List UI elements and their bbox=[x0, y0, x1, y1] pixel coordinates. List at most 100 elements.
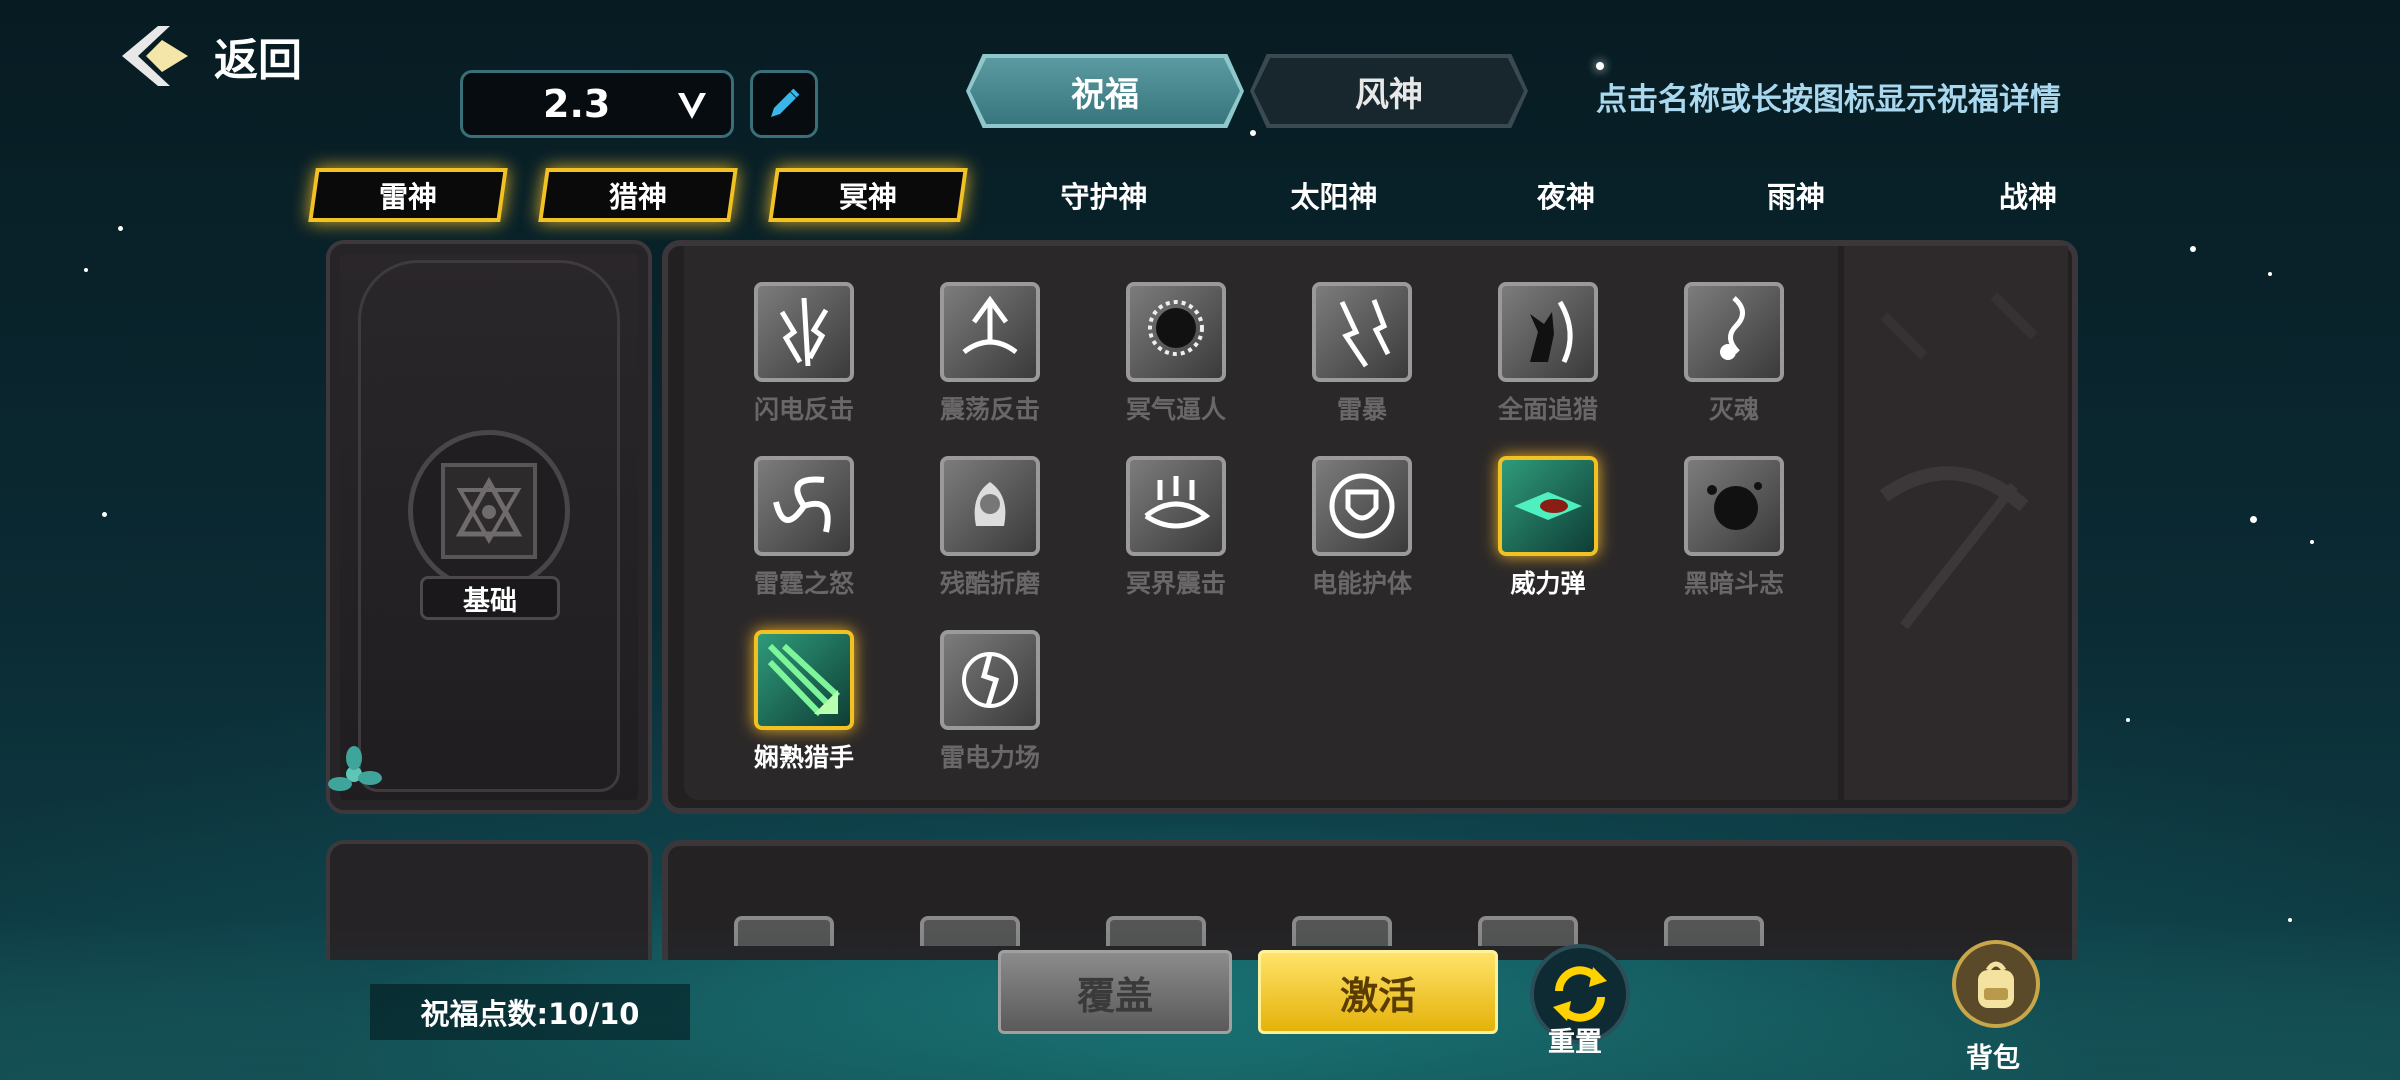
skill-name[interactable]: 雷暴 bbox=[1292, 390, 1432, 426]
skill-name[interactable]: 黑暗斗志 bbox=[1664, 564, 1804, 600]
bag-label: 背包 bbox=[1966, 1043, 2020, 1074]
skill-name[interactable]: 残酷折磨 bbox=[920, 564, 1060, 600]
category-label: 基础 bbox=[420, 576, 560, 620]
skill-item[interactable]: 雷暴 bbox=[1292, 282, 1432, 426]
god-tab-label: 守护神 bbox=[1060, 180, 1148, 214]
skill-item[interactable]: 雷霆之怒 bbox=[734, 456, 874, 600]
star-decoration bbox=[2126, 718, 2130, 722]
tab-blessing[interactable]: 祝福 bbox=[970, 58, 1240, 124]
power-bullet-icon bbox=[1498, 456, 1598, 556]
back-arrow-icon bbox=[122, 26, 188, 86]
skill-name[interactable]: 全面追猎 bbox=[1478, 390, 1618, 426]
god-tab-sun[interactable]: 太阳神 bbox=[1238, 168, 1430, 222]
god-tab-night[interactable]: 夜神 bbox=[1470, 168, 1662, 222]
skill-name[interactable]: 威力弹 bbox=[1478, 564, 1618, 600]
god-tab-label: 冥神 bbox=[838, 180, 897, 214]
dark-will-icon bbox=[1684, 456, 1784, 556]
shock-counter-icon bbox=[940, 282, 1040, 382]
blessing-grid: 闪电反击 震荡反击 冥气逼人 雷暴 全面追猎 灭魂 雷霆之怒 残酷折磨 冥界震击… bbox=[684, 246, 1838, 800]
lightning-counter-icon bbox=[754, 282, 854, 382]
god-tab-label: 太阳神 bbox=[1290, 180, 1378, 214]
skill-name[interactable]: 雷霆之怒 bbox=[734, 564, 874, 600]
god-tab-hunt[interactable]: 猎神 bbox=[538, 168, 738, 222]
version-value: 2.3 bbox=[543, 82, 611, 126]
skill-name[interactable]: 电能护体 bbox=[1292, 564, 1432, 600]
god-tab-label: 雷神 bbox=[378, 180, 437, 214]
pencil-icon bbox=[771, 88, 800, 117]
star-decoration bbox=[102, 512, 107, 517]
bag-button[interactable] bbox=[1952, 940, 2040, 1028]
god-tab-thunder[interactable]: 雷神 bbox=[308, 168, 508, 222]
dark-sun-icon bbox=[1126, 282, 1226, 382]
god-tab-rain[interactable]: 雨神 bbox=[1700, 168, 1892, 222]
star-decoration bbox=[1250, 130, 1256, 136]
flower-icon bbox=[328, 746, 382, 791]
blessing-grid-panel: 闪电反击 震荡反击 冥气逼人 雷暴 全面追猎 灭魂 雷霆之怒 残酷折磨 冥界震击… bbox=[662, 240, 2078, 814]
god-tab-label: 夜神 bbox=[1536, 180, 1595, 214]
skill-item[interactable]: 残酷折磨 bbox=[920, 456, 1060, 600]
skill-name[interactable]: 震荡反击 bbox=[920, 390, 1060, 426]
god-tab-label: 战神 bbox=[1998, 180, 2057, 214]
skill-name[interactable]: 灭魂 bbox=[1664, 390, 1804, 426]
skill-item[interactable]: 娴熟猎手 bbox=[734, 630, 874, 774]
blessing-points: 祝福点数:10/10 bbox=[370, 984, 690, 1040]
skilled-hunter-icon bbox=[754, 630, 854, 730]
skill-item[interactable]: 闪电反击 bbox=[734, 282, 874, 426]
star-decoration bbox=[2268, 272, 2272, 276]
skill-name[interactable]: 闪电反击 bbox=[734, 390, 874, 426]
skill-name[interactable]: 冥界震击 bbox=[1106, 564, 1246, 600]
skill-item[interactable]: 全面追猎 bbox=[1478, 282, 1618, 426]
skill-item[interactable]: 震荡反击 bbox=[920, 282, 1060, 426]
edit-button[interactable] bbox=[750, 70, 818, 138]
back-label: 返回 bbox=[214, 35, 302, 86]
grid-side-decoration bbox=[1844, 246, 2068, 800]
skill-item[interactable]: 冥界震击 bbox=[1106, 456, 1246, 600]
god-tab-underworld[interactable]: 冥神 bbox=[768, 168, 968, 222]
skill-name[interactable]: 雷电力场 bbox=[920, 738, 1060, 774]
god-tab-guardian[interactable]: 守护神 bbox=[1008, 168, 1200, 222]
skill-item[interactable]: 灭魂 bbox=[1664, 282, 1804, 426]
activate-button[interactable]: 激活 bbox=[1258, 950, 1498, 1034]
triangle-eye-icon bbox=[455, 476, 523, 544]
shield-icon bbox=[1312, 456, 1412, 556]
star-decoration bbox=[84, 268, 88, 272]
skill-item[interactable]: 黑暗斗志 bbox=[1664, 456, 1804, 600]
thunder-wrath-icon bbox=[754, 456, 854, 556]
tab-blessing-label: 祝福 bbox=[1071, 74, 1139, 115]
thunder-field-icon bbox=[940, 630, 1040, 730]
thunderstorm-icon bbox=[1312, 282, 1412, 382]
underworld-shock-icon bbox=[1126, 456, 1226, 556]
star-decoration bbox=[1596, 62, 1604, 70]
tab-wind-god-label: 风神 bbox=[1355, 74, 1423, 115]
back-button[interactable]: 返回 bbox=[118, 20, 358, 92]
category-emblem bbox=[408, 430, 570, 592]
chevron-down-icon bbox=[678, 93, 706, 119]
god-tab-war[interactable]: 战神 bbox=[1932, 168, 2124, 222]
reset-label: 重置 bbox=[1548, 1027, 1602, 1058]
bow-arrow-icon bbox=[1879, 292, 2038, 630]
skill-item[interactable]: 电能护体 bbox=[1292, 456, 1432, 600]
star-decoration bbox=[2250, 516, 2257, 523]
skill-item[interactable]: 雷电力场 bbox=[920, 630, 1060, 774]
backpack-icon bbox=[1978, 961, 2014, 1008]
soul-destroy-icon bbox=[1684, 282, 1784, 382]
category-card[interactable]: 基础 bbox=[326, 240, 652, 814]
star-decoration bbox=[2288, 918, 2292, 922]
god-tab-label: 雨神 bbox=[1766, 180, 1825, 214]
cruel-torment-icon bbox=[940, 456, 1040, 556]
god-tab-label: 猎神 bbox=[608, 180, 667, 214]
version-dropdown[interactable]: 2.3 bbox=[460, 70, 734, 138]
tab-wind-god[interactable]: 风神 bbox=[1254, 58, 1524, 124]
star-decoration bbox=[2190, 246, 2196, 252]
skill-item[interactable]: 威力弹 bbox=[1478, 456, 1618, 600]
refresh-icon bbox=[1553, 966, 1607, 1022]
skill-name[interactable]: 冥气逼人 bbox=[1106, 390, 1246, 426]
skill-item[interactable]: 冥气逼人 bbox=[1106, 282, 1246, 426]
hunting-fox-icon bbox=[1498, 282, 1598, 382]
cover-button[interactable]: 覆盖 bbox=[998, 950, 1232, 1034]
skill-name[interactable]: 娴熟猎手 bbox=[734, 738, 874, 774]
star-decoration bbox=[2310, 540, 2314, 544]
star-decoration bbox=[118, 226, 123, 231]
activate-label: 激活 bbox=[1339, 973, 1416, 1018]
cover-label: 覆盖 bbox=[1076, 973, 1153, 1018]
